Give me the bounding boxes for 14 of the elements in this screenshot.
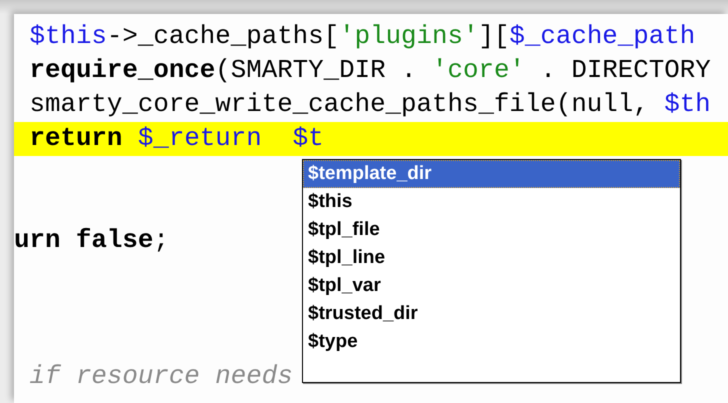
code-editor[interactable] [14,14,728,403]
suggestion-item[interactable]: $tpl_file [303,216,680,244]
code-line: $this->_cache_paths['plugins'][$_cache_path [30,21,696,53]
code-line: require_once(SMARTY_DIR . 'core' . DIRECTORY [30,55,711,87]
suggestion-item[interactable]: $trusted_dir [303,300,680,328]
code-line: return $_return $t [30,123,324,155]
code-line: if resource needs [30,361,293,393]
code-line: urn false; [14,225,169,257]
suggestion-item[interactable]: $this [303,188,680,216]
suggestion-item[interactable]: $tpl_line [303,244,680,272]
code-line: smarty_core_write_cache_paths_file(null, $th [30,89,711,121]
suggestion-item[interactable]: $type [303,328,680,356]
suggestion-item[interactable]: $template_dir [303,160,680,188]
suggestion-item[interactable]: $tpl_var [303,272,680,300]
